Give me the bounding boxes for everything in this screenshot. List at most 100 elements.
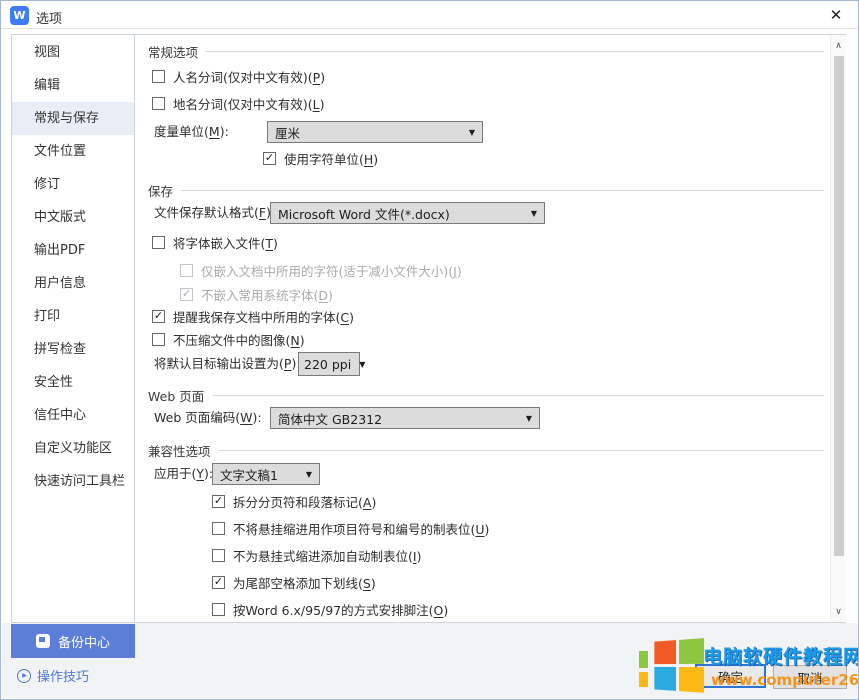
section-title: 常规选项 (148, 42, 198, 61)
checkbox-person-name-segmentation[interactable]: ✓ 人名分词(仅对中文有效)(P) (152, 68, 325, 84)
checkbox: ✓ (180, 264, 193, 277)
dropdown-value: 简体中文 GB2312 (278, 409, 382, 428)
wps-writer-icon: W (10, 6, 29, 25)
sidebar-item-edit[interactable]: 编辑 (12, 69, 134, 102)
checkbox-underline-trailing-spaces[interactable]: ✓ 为尾部空格添加下划线(S) (212, 574, 376, 590)
checkbox[interactable]: ✓ (263, 152, 276, 165)
main-panel: 视图 编辑 常规与保存 文件位置 修订 中文版式 输出PDF 用户信息 打印 拼… (11, 34, 846, 623)
check-icon: ✓ (214, 495, 223, 506)
operation-tips-link[interactable]: ▶ 操作技巧 (17, 666, 89, 685)
checkbox[interactable]: ✓ (212, 522, 225, 535)
chevron-down-icon: ▼ (526, 414, 532, 423)
chevron-down-icon: ▼ (531, 209, 537, 218)
sidebar-item-user-info[interactable]: 用户信息 (12, 267, 134, 300)
checkbox[interactable]: ✓ (152, 97, 165, 110)
checkbox-label: 拆分分页符和段落标记(A) (233, 492, 376, 511)
checkbox[interactable]: ✓ (212, 549, 225, 562)
chevron-down-icon: ▼ (359, 360, 365, 369)
checkbox[interactable]: ✓ (212, 576, 225, 589)
close-icon[interactable]: ✕ (826, 5, 846, 25)
sidebar-item-revision[interactable]: 修订 (12, 168, 134, 201)
checkbox[interactable]: ✓ (152, 236, 165, 249)
checkbox-no-auto-tab-hanging-indent[interactable]: ✓ 不为悬挂式缩进添加自动制表位(I) (212, 547, 421, 563)
section-divider (181, 190, 824, 191)
default-save-format-label: 文件保存默认格式(F): (154, 202, 275, 224)
checkbox-label: 不为悬挂式缩进添加自动制表位(I) (233, 546, 421, 565)
sidebar-item-view[interactable]: 视图 (12, 36, 134, 69)
check-icon: ✓ (154, 310, 163, 321)
backup-center-label: 备份中心 (58, 632, 110, 651)
sidebar-item-file-locations[interactable]: 文件位置 (12, 135, 134, 168)
section-general-options: 常规选项 (148, 42, 824, 61)
checkbox[interactable]: ✓ (212, 495, 225, 508)
sidebar-item-chinese-layout[interactable]: 中文版式 (12, 201, 134, 234)
checkbox-use-character-unit[interactable]: ✓ 使用字符单位(H) (263, 150, 378, 166)
default-target-output-dropdown[interactable]: 220 ppi ▼ (298, 352, 360, 376)
checkbox[interactable]: ✓ (152, 70, 165, 83)
apply-to-dropdown[interactable]: 文字文稿1 ▼ (212, 463, 320, 485)
sidebar: 视图 编辑 常规与保存 文件位置 修订 中文版式 输出PDF 用户信息 打印 拼… (12, 35, 135, 622)
sidebar-item-customize-ribbon[interactable]: 自定义功能区 (12, 432, 134, 465)
checkbox-embed-fonts[interactable]: ✓ 将字体嵌入文件(T) (152, 234, 278, 250)
backup-icon (36, 634, 50, 648)
sidebar-item-general-save[interactable]: 常规与保存 (12, 102, 134, 135)
web-page-encoding-label: Web 页面编码(W): (154, 407, 262, 429)
backup-center-button[interactable]: 备份中心 (11, 624, 135, 658)
checkbox-label: 使用字符单位(H) (284, 149, 378, 168)
checkbox-no-compress-images[interactable]: ✓ 不压缩文件中的图像(N) (152, 331, 305, 347)
checkbox-label: 人名分词(仅对中文有效)(P) (173, 67, 325, 86)
web-page-encoding-dropdown[interactable]: 简体中文 GB2312 ▼ (270, 407, 540, 429)
scroll-up-icon[interactable]: ∧ (831, 38, 846, 53)
checkbox-label: 不嵌入常用系统字体(D) (201, 285, 333, 304)
chevron-down-icon: ▼ (469, 128, 475, 137)
operation-tips-label: 操作技巧 (37, 666, 89, 685)
section-divider (219, 450, 824, 451)
section-title: Web 页面 (148, 386, 204, 405)
checkbox-label: 不压缩文件中的图像(N) (173, 330, 305, 349)
checkbox-remind-fonts-on-save[interactable]: ✓ 提醒我保存文档中所用的字体(C) (152, 308, 354, 324)
checkbox-no-embed-system-fonts: ✓ 不嵌入常用系统字体(D) (180, 286, 333, 302)
checkbox[interactable]: ✓ (152, 310, 165, 323)
dropdown-value: 厘米 (275, 123, 300, 142)
checkbox: ✓ (180, 288, 193, 301)
sidebar-item-spell-check[interactable]: 拼写检查 (12, 333, 134, 366)
scrollbar-thumb[interactable] (834, 56, 844, 556)
section-divider (206, 51, 824, 52)
sidebar-item-print[interactable]: 打印 (12, 300, 134, 333)
checkbox-label: 为尾部空格添加下划线(S) (233, 573, 376, 592)
vertical-scrollbar[interactable]: ∧ ∨ (830, 36, 846, 621)
play-icon: ▶ (22, 672, 27, 679)
scroll-down-icon[interactable]: ∨ (831, 604, 846, 619)
play-circle-icon: ▶ (17, 669, 31, 683)
apply-to-label: 应用于(Y): (154, 463, 213, 485)
checkbox-place-name-segmentation[interactable]: ✓ 地名分词(仅对中文有效)(L) (152, 95, 325, 111)
measurement-unit-dropdown[interactable]: 厘米 ▼ (267, 121, 483, 143)
checkbox-label: 按Word 6.x/95/97的方式安排脚注(O) (233, 600, 448, 619)
dropdown-value: Microsoft Word 文件(*.docx) (278, 204, 450, 223)
checkbox-split-page-break-para-mark[interactable]: ✓ 拆分分页符和段落标记(A) (212, 493, 376, 509)
checkbox[interactable]: ✓ (212, 603, 225, 616)
checkbox-label: 不将悬挂缩进用作项目符号和编号的制表位(U) (233, 519, 489, 538)
default-target-output-label: 将默认目标输出设置为(P): (154, 352, 301, 376)
sidebar-item-quick-access-toolbar[interactable]: 快速访问工具栏 (12, 465, 134, 498)
checkbox[interactable]: ✓ (152, 333, 165, 346)
dropdown-value: 文字文稿1 (220, 465, 278, 484)
check-icon: ✓ (265, 152, 274, 163)
check-icon: ✓ (214, 576, 223, 587)
cancel-button[interactable]: 取消 (773, 665, 847, 689)
settings-content: 常规选项 ✓ 人名分词(仅对中文有效)(P) ✓ 地名分词(仅对中文有效)(L)… (136, 35, 847, 622)
sidebar-item-trust-center[interactable]: 信任中心 (12, 399, 134, 432)
checkbox-word6x-footnotes[interactable]: ✓ 按Word 6.x/95/97的方式安排脚注(O) (212, 601, 448, 617)
ok-button[interactable]: 确定 (695, 664, 766, 688)
options-dialog: W 选项 ✕ 视图 编辑 常规与保存 文件位置 修订 中文版式 输出PDF 用户… (0, 0, 859, 700)
section-title: 兼容性选项 (148, 441, 211, 460)
section-save: 保存 (148, 181, 824, 200)
sidebar-item-export-pdf[interactable]: 输出PDF (12, 234, 134, 267)
sidebar-item-security[interactable]: 安全性 (12, 366, 134, 399)
dropdown-value: 220 ppi (304, 357, 351, 372)
default-save-format-dropdown[interactable]: Microsoft Word 文件(*.docx) ▼ (270, 202, 545, 224)
chevron-down-icon: ▼ (306, 470, 312, 479)
checkbox-embed-used-chars-only: ✓ 仅嵌入文档中所用的字符(适于减小文件大小)(J) (180, 262, 462, 278)
checkbox-no-hanging-indent-tab[interactable]: ✓ 不将悬挂缩进用作项目符号和编号的制表位(U) (212, 520, 489, 536)
section-compatibility-options: 兼容性选项 (148, 441, 824, 460)
